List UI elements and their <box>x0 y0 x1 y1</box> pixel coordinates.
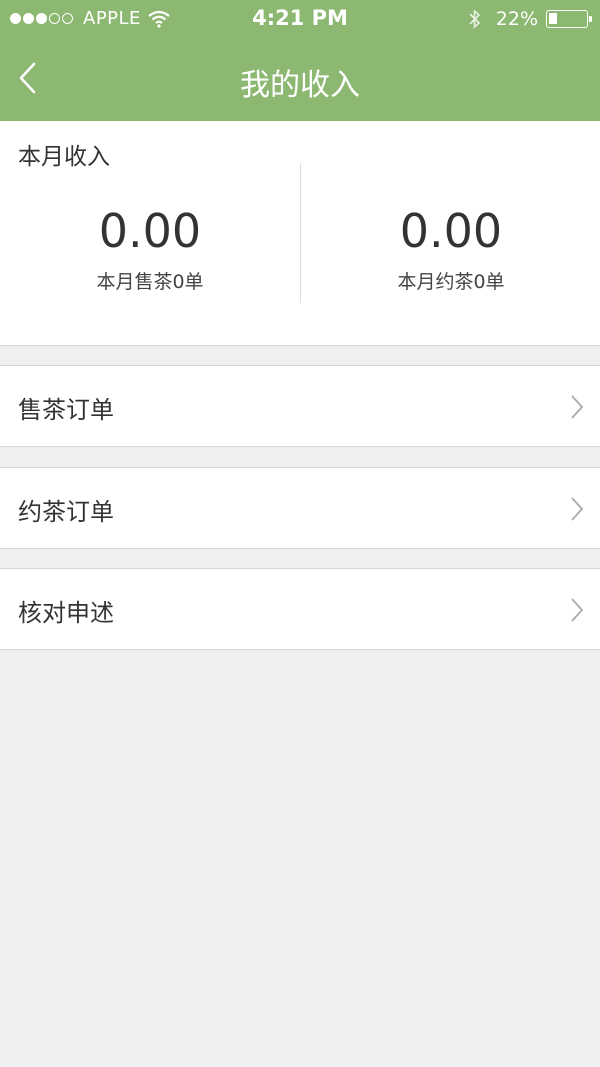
tea-appointment-income: 0.00 本月约茶0单 <box>301 203 600 294</box>
battery-percent: 22% <box>495 8 538 30</box>
income-card-title: 本月收入 <box>18 144 110 170</box>
status-right: 22% <box>468 8 592 30</box>
tea-appointment-count-label: 本月约茶0单 <box>397 271 505 293</box>
monthly-income-card: 本月收入 0.00 本月售茶0单 0.00 本月约茶0单 <box>0 121 600 346</box>
tea-sales-income: 0.00 本月售茶0单 <box>0 203 300 294</box>
menu-item-tea-appointment-orders[interactable]: 约茶订单 <box>0 467 600 549</box>
menu-item-tea-sales-orders[interactable]: 售茶订单 <box>0 365 600 447</box>
status-bar: APPLE 4:21 PM 22% <box>0 0 600 40</box>
menu-item-label: 约茶订单 <box>18 498 114 526</box>
page-title: 我的收入 <box>240 68 360 103</box>
menu-item-label: 售茶订单 <box>18 396 114 424</box>
battery-icon <box>546 10 592 28</box>
chevron-right-icon <box>571 497 584 521</box>
nav-bar: 我的收入 <box>0 40 600 121</box>
tea-appointment-income-value: 0.00 <box>399 204 503 258</box>
app-header: APPLE 4:21 PM 22% 我的收入 <box>0 0 600 121</box>
tea-sales-income-value: 0.00 <box>98 204 202 258</box>
menu-item-label: 核对申述 <box>18 599 114 627</box>
chevron-right-icon <box>571 598 584 622</box>
menu-item-verify-appeal[interactable]: 核对申述 <box>0 568 600 650</box>
tea-sales-count-label: 本月售茶0单 <box>96 271 204 293</box>
bluetooth-icon <box>469 9 480 29</box>
chevron-right-icon <box>571 395 584 419</box>
